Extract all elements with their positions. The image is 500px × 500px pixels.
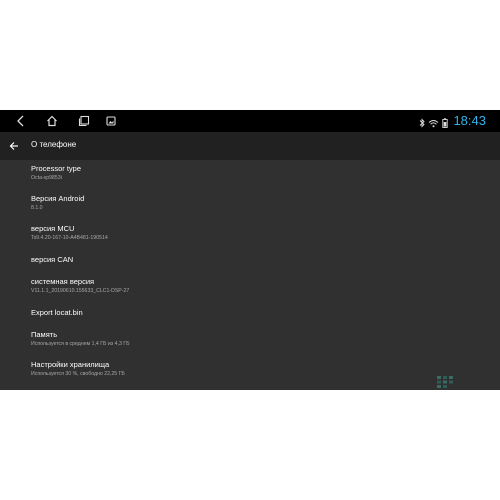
item-subtitle: Octa-sp9853i: [31, 175, 62, 181]
item-title: Настройки хранилища: [31, 360, 110, 369]
list-item-export-locat[interactable]: Export locat.bin: [31, 308, 83, 318]
item-title: Processor type: [31, 164, 82, 173]
item-title: Export locat.bin: [31, 308, 83, 317]
list-item-memory[interactable]: Память Используется в среднем 1,4 ГБ из …: [31, 330, 129, 348]
item-subtitle: Используется в среднем 1,4 ГБ из 4,3 ГБ: [31, 341, 130, 347]
status-icons: [419, 115, 448, 133]
item-subtitle: Используется 30 %, свободно 22,25 ГБ: [31, 371, 125, 377]
back-icon[interactable]: [9, 110, 33, 132]
list-item-can-version[interactable]: версия CAN: [31, 255, 73, 265]
page-title: О телефоне: [31, 140, 77, 149]
list-item-system-version[interactable]: системная версия V11.1.1_20190610.155633…: [31, 277, 129, 295]
list-item-mcu-version[interactable]: версия MCU Ts9.4.20-167-10-A4B481-190514: [31, 224, 108, 242]
item-title: Версия Android: [31, 194, 85, 203]
floating-grid-icon[interactable]: [436, 375, 454, 389]
list-item-android-version[interactable]: Версия Android 8.1.0: [31, 194, 84, 212]
screenshot-icon[interactable]: [99, 110, 123, 132]
list-item-storage-settings[interactable]: Настройки хранилища Используется 30 %, с…: [31, 360, 125, 378]
wifi-icon: [428, 115, 439, 133]
android-screen: 18:43 О телефоне Processor type Octa-sp9…: [0, 110, 500, 390]
list-item-processor[interactable]: Processor type Octa-sp9853i: [31, 164, 81, 182]
recents-icon[interactable]: [72, 110, 96, 132]
item-subtitle: V11.1.1_20190610.155633_CLC1-DSP-27: [31, 288, 130, 294]
item-subtitle: 8.1.0: [31, 205, 43, 211]
home-icon[interactable]: [40, 110, 64, 132]
status-bar: 18:43: [0, 110, 500, 132]
item-title: версия MCU: [31, 224, 75, 233]
item-title: Память: [31, 330, 58, 339]
item-title: системная версия: [31, 277, 95, 286]
bluetooth-icon: [419, 115, 425, 133]
item-subtitle: Ts9.4.20-167-10-A4B481-190514: [31, 235, 108, 241]
arrow-back-icon[interactable]: [6, 138, 22, 154]
toolbar: О телефоне: [0, 132, 500, 160]
battery-icon: [442, 115, 448, 133]
item-title: версия CAN: [31, 255, 74, 264]
clock: 18:43: [453, 113, 486, 128]
